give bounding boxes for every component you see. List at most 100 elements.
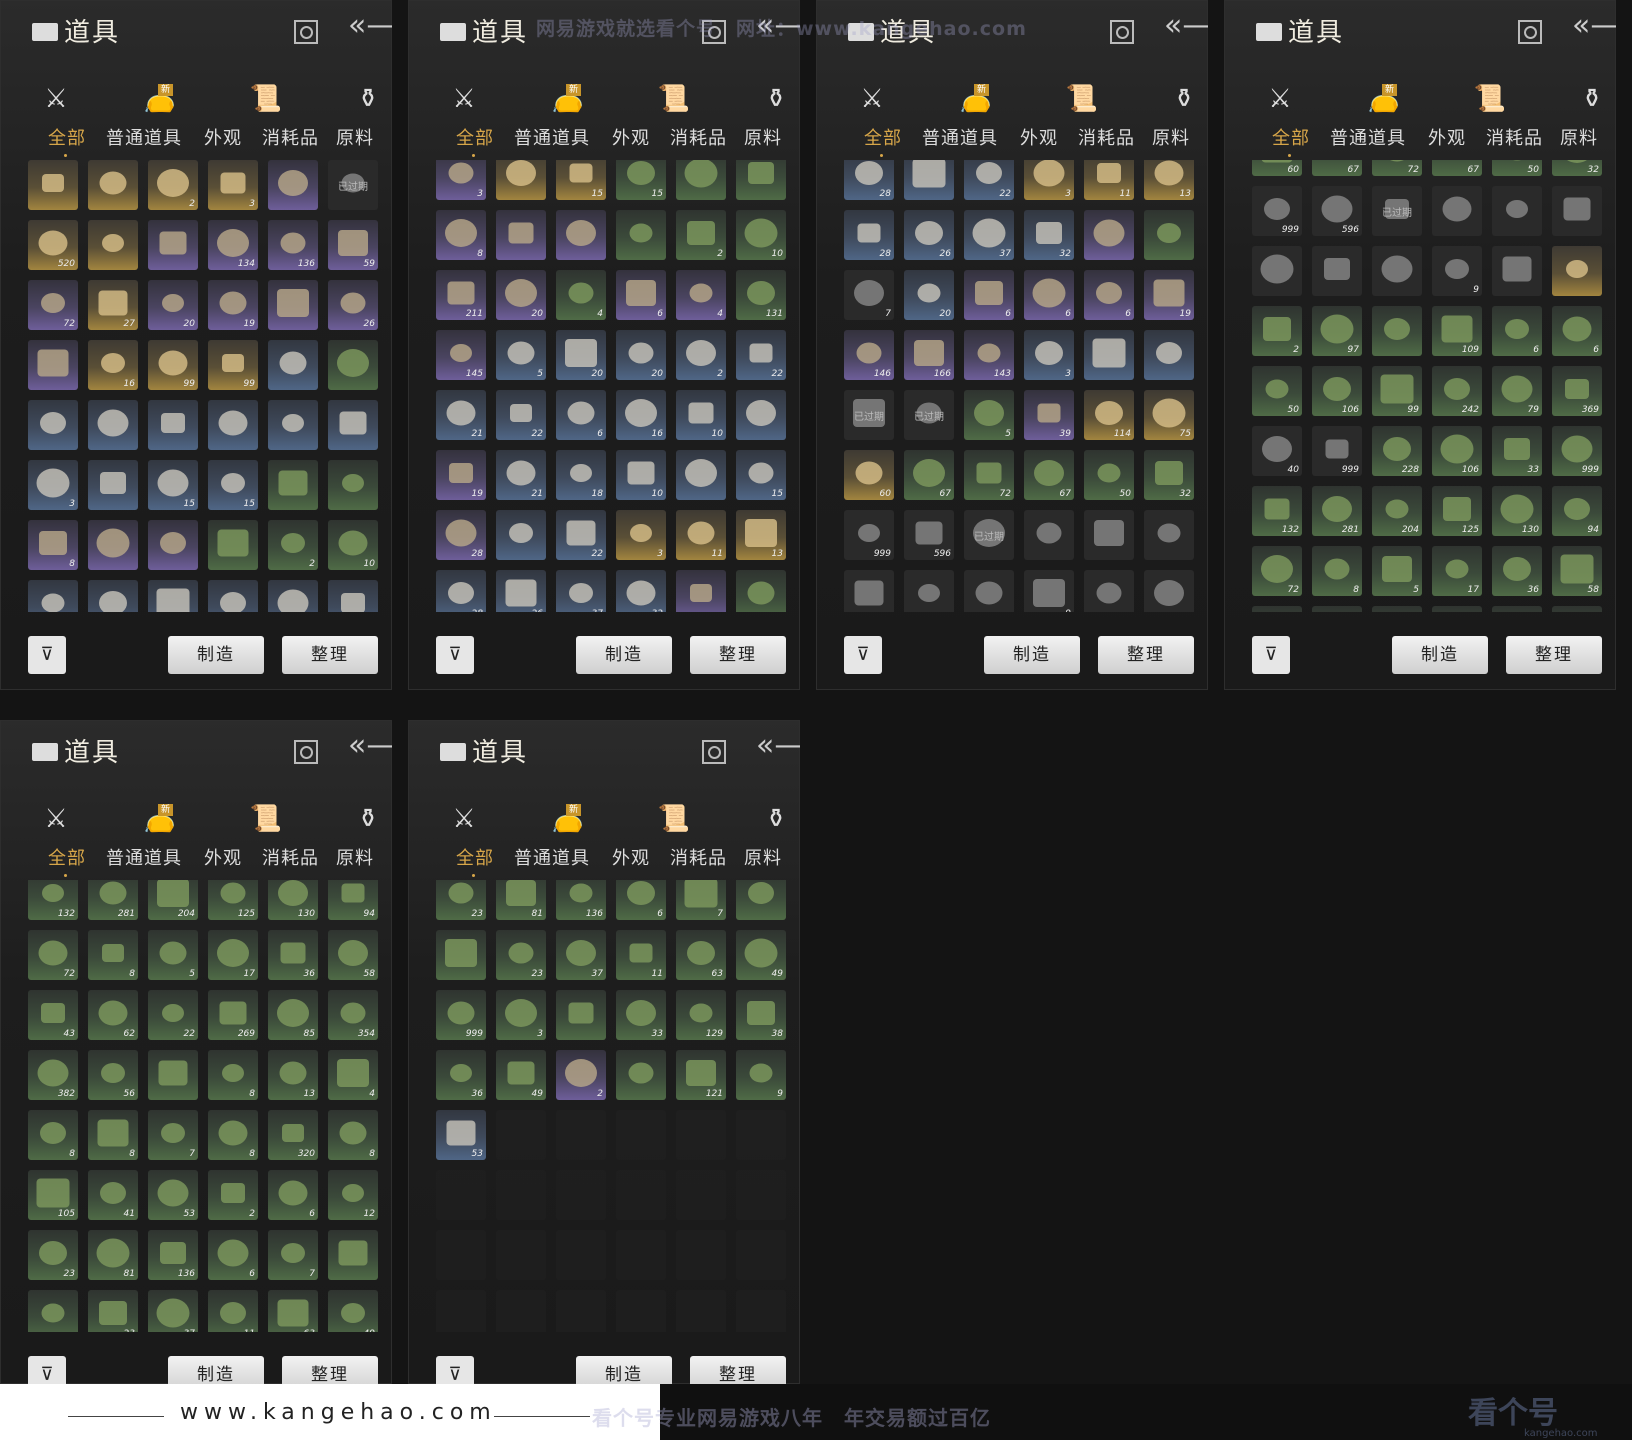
item-slot[interactable]: 5 (964, 390, 1014, 440)
item-slot[interactable]: 281 (88, 880, 138, 920)
item-slot[interactable]: 已过期 (1372, 186, 1422, 236)
item-slot[interactable]: 56 (88, 1050, 138, 1100)
item-slot[interactable]: 99 (208, 340, 258, 390)
item-slot[interactable]: 72 (28, 930, 78, 980)
tab-1[interactable]: 普通道具 (514, 844, 590, 870)
item-slot[interactable] (268, 400, 318, 450)
tab-1[interactable]: 普通道具 (1330, 124, 1406, 150)
item-slot[interactable] (268, 340, 318, 390)
item-slot[interactable] (1084, 210, 1134, 260)
item-slot[interactable]: 211 (436, 270, 486, 320)
item-slot[interactable]: 94 (1552, 486, 1602, 536)
item-slot[interactable]: 67 (904, 450, 954, 500)
item-slot[interactable]: 36 (1492, 546, 1542, 596)
item-slot[interactable] (496, 160, 546, 200)
item-slot[interactable] (1252, 606, 1302, 612)
item-slot[interactable]: 已过期 (328, 160, 378, 210)
item-slot[interactable]: 50 (1492, 160, 1542, 176)
item-slot[interactable]: 23 (28, 1230, 78, 1280)
tab-0[interactable]: 全部 (1272, 124, 1310, 150)
item-slot[interactable] (1144, 510, 1194, 560)
category-scroll-icon[interactable]: 📜 (246, 82, 286, 116)
item-slot[interactable]: 22 (148, 990, 198, 1040)
item-slot[interactable] (148, 520, 198, 570)
category-combat-icon[interactable]: ⚔ (1260, 82, 1300, 116)
item-slot[interactable]: 3 (436, 160, 486, 200)
tab-4[interactable]: 原料 (744, 844, 782, 870)
tab-0[interactable]: 全部 (48, 844, 86, 870)
item-slot[interactable] (556, 990, 606, 1040)
item-slot[interactable]: 60 (1252, 160, 1302, 176)
item-slot[interactable] (88, 460, 138, 510)
craft-button[interactable]: 制造 (984, 636, 1080, 674)
tab-3[interactable]: 消耗品 (262, 844, 319, 870)
item-slot[interactable] (1144, 570, 1194, 612)
search-button[interactable] (702, 740, 726, 764)
item-slot[interactable]: 17 (208, 930, 258, 980)
item-slot[interactable] (328, 580, 378, 612)
item-slot[interactable]: 3 (1024, 330, 1074, 380)
item-slot[interactable]: 106 (1432, 426, 1482, 476)
item-slot[interactable]: 7 (268, 1230, 318, 1280)
item-slot[interactable]: 109 (1432, 306, 1482, 356)
item-slot[interactable] (496, 210, 546, 260)
item-slot[interactable] (904, 160, 954, 200)
search-button[interactable] (294, 740, 318, 764)
sort-button[interactable]: 整理 (282, 1356, 378, 1384)
item-slot[interactable]: 37 (964, 210, 1014, 260)
item-slot[interactable]: 6 (616, 880, 666, 920)
item-slot[interactable]: 72 (28, 280, 78, 330)
tab-2[interactable]: 外观 (204, 124, 242, 150)
item-slot[interactable]: 8 (28, 520, 78, 570)
item-slot[interactable]: 281 (1312, 486, 1362, 536)
item-slot[interactable]: 18 (556, 450, 606, 500)
item-slot[interactable] (1144, 330, 1194, 380)
item-slot[interactable]: 37 (148, 1290, 198, 1332)
item-slot[interactable]: 28 (436, 510, 486, 560)
item-slot[interactable]: 67 (1024, 450, 1074, 500)
item-slot[interactable] (1552, 606, 1602, 612)
item-slot[interactable] (1084, 570, 1134, 612)
item-slot[interactable]: 49 (496, 1050, 546, 1100)
item-slot[interactable]: 26 (904, 210, 954, 260)
item-slot[interactable]: 8 (88, 1110, 138, 1160)
item-slot[interactable]: 130 (268, 880, 318, 920)
item-grid[interactable]: 28 22 3 11 13 28 26 37 32 7 20 6 6 6 19 146 166 143 3 已过期 已过… (844, 160, 1196, 612)
craft-button[interactable]: 制造 (576, 1356, 672, 1384)
item-grid[interactable]: 3 15 15 8 2 10 211 20 4 6 4 131 145 5 20 20 2 22 21 22 6 16 10… (436, 160, 788, 612)
tab-0[interactable]: 全部 (864, 124, 902, 150)
item-slot[interactable] (28, 1290, 78, 1332)
item-slot[interactable]: 已过期 (964, 510, 1014, 560)
tab-2[interactable]: 外观 (1428, 124, 1466, 150)
item-slot[interactable]: 596 (1312, 186, 1362, 236)
item-grid[interactable]: 132 281 204 125 130 94 72 8 5 17 36 58 43 62 22 269 85 35… (28, 880, 380, 1332)
item-slot[interactable] (88, 160, 138, 210)
item-slot[interactable]: 49 (736, 930, 786, 980)
item-slot[interactable]: 136 (148, 1230, 198, 1280)
item-slot[interactable] (616, 210, 666, 260)
tab-1[interactable]: 普通道具 (922, 124, 998, 150)
tab-0[interactable]: 全部 (48, 124, 86, 150)
item-slot[interactable] (268, 580, 318, 612)
item-slot[interactable] (1372, 246, 1422, 296)
item-slot[interactable] (148, 400, 198, 450)
item-slot[interactable] (736, 570, 786, 612)
search-button[interactable] (1110, 20, 1134, 44)
item-slot[interactable] (1492, 246, 1542, 296)
filter-icon[interactable]: ⊽ (436, 636, 474, 674)
item-slot[interactable]: 369 (1552, 366, 1602, 416)
item-slot[interactable]: 15 (736, 450, 786, 500)
item-slot[interactable]: 6 (556, 390, 606, 440)
item-slot[interactable] (676, 570, 726, 612)
item-slot[interactable] (844, 570, 894, 612)
item-slot[interactable]: 62 (88, 990, 138, 1040)
item-slot[interactable]: 9 (736, 1050, 786, 1100)
craft-button[interactable]: 制造 (168, 1356, 264, 1384)
item-slot[interactable]: 12 (328, 1170, 378, 1220)
category-scroll-icon[interactable]: 📜 (654, 82, 694, 116)
item-slot[interactable]: 4 (676, 270, 726, 320)
item-slot[interactable]: 6 (616, 270, 666, 320)
item-slot[interactable] (736, 160, 786, 200)
item-slot[interactable]: 67 (1432, 160, 1482, 176)
item-slot[interactable]: 19 (436, 450, 486, 500)
